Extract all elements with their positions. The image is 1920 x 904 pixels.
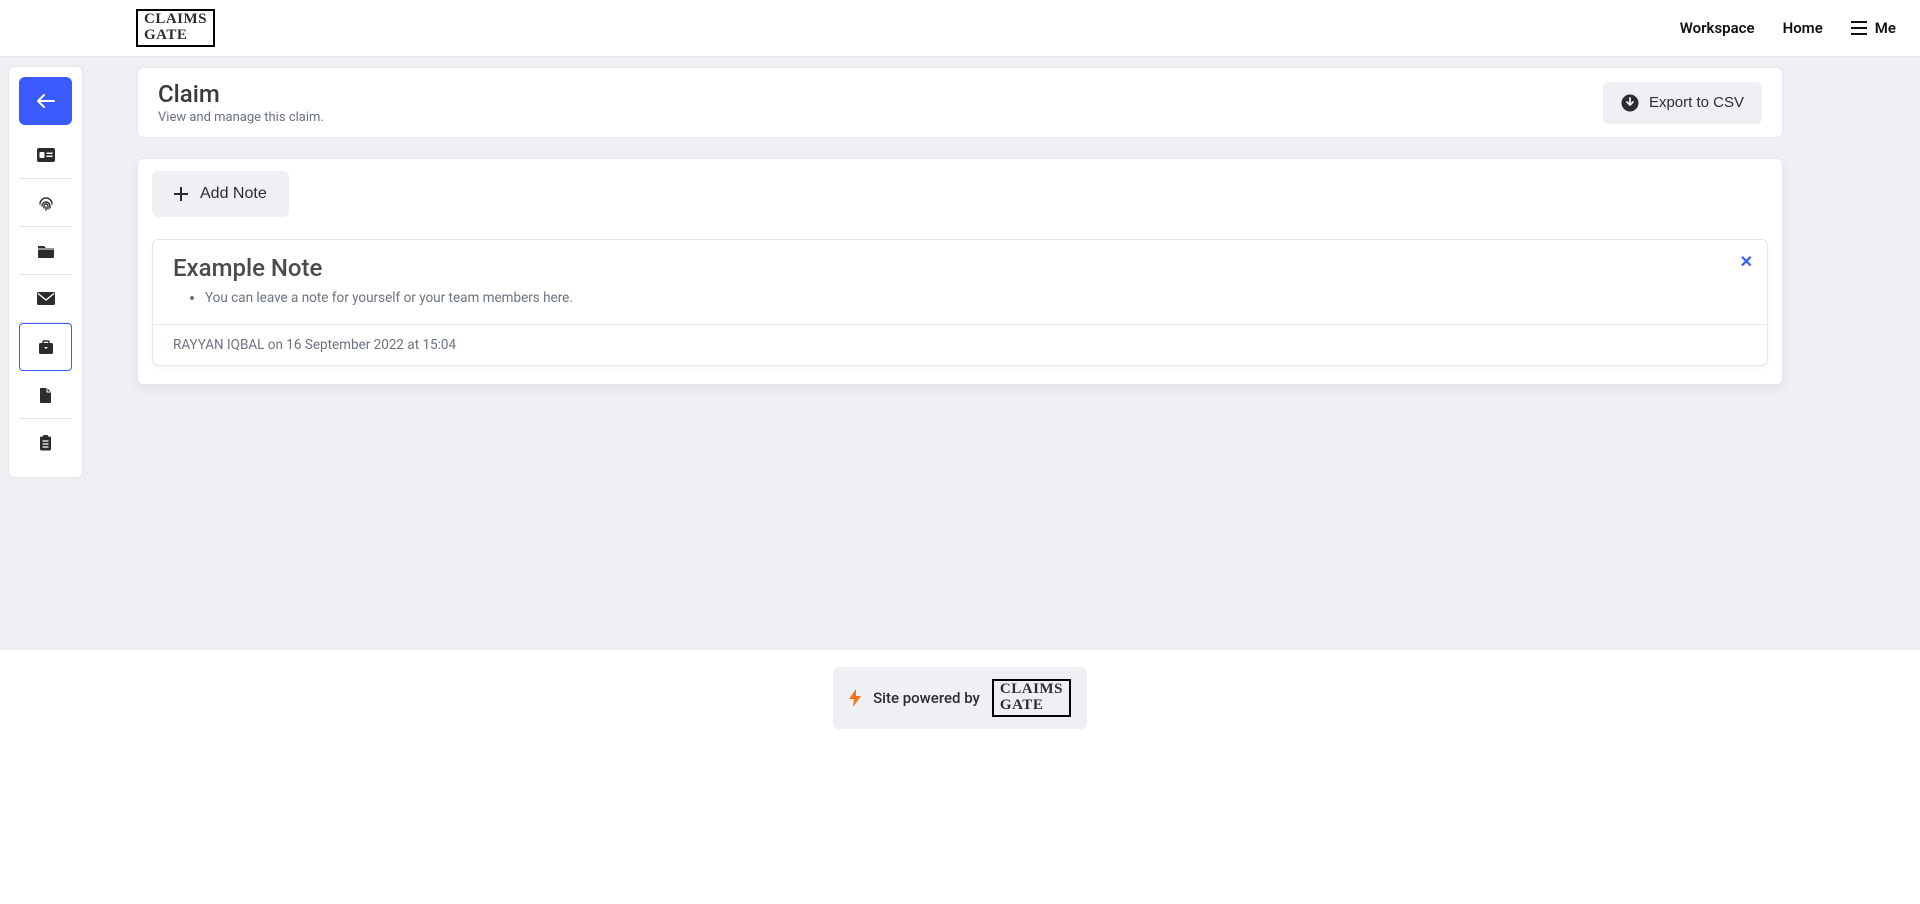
sidebar-item-folder[interactable] — [19, 227, 72, 275]
nav-me[interactable]: Me — [1851, 19, 1896, 37]
fingerprint-icon — [37, 194, 55, 212]
add-note-label: Add Note — [200, 185, 267, 203]
header: CLAIMS GATE Workspace Home Me — [0, 0, 1920, 57]
clipboard-icon — [39, 435, 52, 451]
export-csv-button[interactable]: Export to CSV — [1603, 82, 1762, 124]
note-body: Example Note You can leave a note for yo… — [153, 240, 1767, 324]
claim-header-card: Claim View and manage this claim. Export… — [137, 67, 1783, 138]
sidebar-item-briefcase[interactable] — [19, 323, 72, 371]
nav-workspace[interactable]: Workspace — [1680, 19, 1755, 37]
brand-line2: GATE — [1000, 698, 1063, 714]
brand-line2: GATE — [144, 28, 207, 44]
body: Claim View and manage this claim. Export… — [0, 57, 1920, 650]
bolt-icon — [849, 689, 861, 707]
main: Claim View and manage this claim. Export… — [137, 67, 1783, 385]
nav: Workspace Home Me — [1680, 19, 1896, 37]
note-title: Example Note — [173, 254, 1747, 282]
sidebar — [8, 66, 83, 478]
brand-line1: CLAIMS — [144, 12, 207, 28]
arrow-left-icon — [37, 94, 55, 108]
download-circle-icon — [1621, 94, 1639, 112]
sidebar-item-id-card[interactable] — [19, 131, 72, 179]
sidebar-item-envelope[interactable] — [19, 275, 72, 323]
note-text: You can leave a note for yourself or you… — [205, 290, 1747, 306]
footer-badge[interactable]: Site powered by CLAIMS GATE — [833, 667, 1087, 729]
note-close-button[interactable]: ✕ — [1740, 252, 1753, 272]
page-title: Claim — [158, 80, 324, 108]
close-icon: ✕ — [1740, 254, 1753, 271]
footer: Site powered by CLAIMS GATE — [0, 650, 1920, 904]
note-item: ✕ Example Note You can leave a note for … — [152, 239, 1768, 366]
notes-card: Add Note ✕ Example Note You can leave a … — [137, 158, 1783, 385]
folder-icon — [37, 244, 55, 258]
plus-icon — [174, 187, 188, 201]
sidebar-item-document[interactable] — [19, 371, 72, 419]
id-card-icon — [37, 148, 55, 162]
sidebar-item-fingerprint[interactable] — [19, 179, 72, 227]
menu-icon — [1851, 21, 1867, 35]
briefcase-icon — [38, 340, 54, 355]
page-subtitle: View and manage this claim. — [158, 110, 324, 125]
brand-line1: CLAIMS — [1000, 682, 1063, 698]
sidebar-back-button[interactable] — [19, 77, 72, 125]
document-icon — [39, 387, 52, 403]
envelope-icon — [37, 292, 55, 305]
footer-brand-logo: CLAIMS GATE — [992, 679, 1071, 717]
nav-home[interactable]: Home — [1783, 19, 1823, 37]
sidebar-item-clipboard[interactable] — [19, 419, 72, 467]
brand-logo[interactable]: CLAIMS GATE — [136, 9, 215, 47]
export-csv-label: Export to CSV — [1649, 94, 1744, 111]
note-text-list: You can leave a note for yourself or you… — [173, 290, 1747, 306]
nav-me-label: Me — [1875, 19, 1896, 37]
note-footer: RAYYAN IQBAL on 16 September 2022 at 15:… — [153, 324, 1767, 365]
footer-text: Site powered by — [873, 689, 980, 707]
add-note-button[interactable]: Add Note — [152, 171, 289, 217]
claim-header-text: Claim View and manage this claim. — [158, 80, 324, 125]
